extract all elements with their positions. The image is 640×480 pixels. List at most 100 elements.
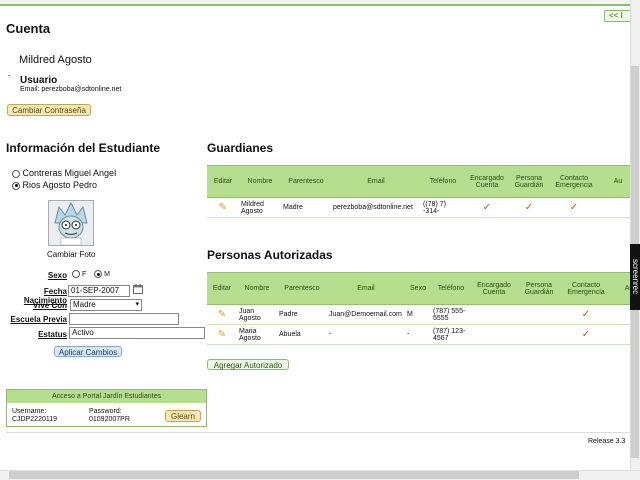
radio-icon[interactable] bbox=[72, 270, 80, 278]
column-header: Encargado Cuenta bbox=[465, 165, 509, 198]
apply-changes-button[interactable]: Aplicar Cambios bbox=[54, 346, 122, 357]
guardians-table-wrap: Editar Nombre Parentesco Email Teléfono … bbox=[207, 165, 630, 218]
add-authorized-button[interactable]: Agregar Autorizado bbox=[207, 359, 289, 370]
check-icon: ✓ bbox=[561, 304, 611, 325]
column-header: Teléfono bbox=[421, 165, 465, 198]
guardian-email: perezboba@sdtonline.net bbox=[331, 197, 421, 218]
password-label: Password: bbox=[89, 408, 122, 415]
guardian-name: Mildred Agosto bbox=[239, 197, 281, 218]
pencil-icon[interactable]: ✎ bbox=[207, 324, 237, 345]
authorized-email: - bbox=[327, 324, 405, 345]
screenrec-badge: screenrec bbox=[630, 244, 640, 310]
sex-f-label: F bbox=[81, 270, 87, 278]
table-header-row: Editar Nombre Parentesco Email Sexo Telé… bbox=[207, 272, 630, 305]
table-row: ✎ Maria Agosto Abuela - - (787) 123-4567… bbox=[207, 324, 630, 345]
authorized-table: Editar Nombre Parentesco Email Sexo Telé… bbox=[207, 272, 630, 345]
guardian-au bbox=[599, 197, 630, 218]
column-header: Au bbox=[599, 165, 630, 198]
student-option-2[interactable]: Rios Agosto Pedro bbox=[12, 180, 97, 190]
account-role: Usuario bbox=[20, 75, 58, 86]
birthdate-input[interactable]: 01-SEP-2007 bbox=[68, 285, 130, 297]
guardian-relation: Madre bbox=[281, 197, 331, 218]
column-header: Contacto Emergencia bbox=[549, 165, 599, 198]
avatar-icon bbox=[49, 201, 93, 246]
check-icon: ✓ bbox=[561, 324, 611, 345]
column-header: Encargado Cuenta bbox=[471, 272, 517, 305]
change-photo-link[interactable]: Cambiar Foto bbox=[47, 250, 95, 259]
authorized-guardian bbox=[517, 324, 561, 345]
chevron-down-icon: ▾ bbox=[135, 301, 139, 308]
username-value: CJDP2220119 bbox=[12, 416, 58, 423]
lives-with-value: Madre bbox=[73, 300, 96, 309]
column-header: Parentesco bbox=[281, 165, 331, 198]
authorized-relation: Abuela bbox=[277, 324, 327, 345]
pencil-icon[interactable]: ✎ bbox=[207, 304, 237, 325]
horizontal-scroll-thumb[interactable] bbox=[9, 471, 579, 479]
authorized-phone: (787) 555-5555 bbox=[431, 304, 471, 325]
portal-title: Acceso a Portal Jardín Estudiantes bbox=[7, 390, 206, 403]
column-header: Editar bbox=[207, 272, 237, 305]
table-row: ✎ Juan Agosto Padre Juan@Demoemail.com M… bbox=[207, 304, 630, 325]
guardians-table: Editar Nombre Parentesco Email Teléfono … bbox=[207, 165, 630, 218]
footer-divider bbox=[6, 432, 630, 433]
radio-icon[interactable] bbox=[12, 181, 20, 190]
column-header: Email bbox=[327, 272, 405, 305]
authorized-account bbox=[471, 324, 517, 345]
student-info-title: Información del Estudiante bbox=[6, 141, 161, 155]
column-header: Persona Guardián bbox=[509, 165, 549, 198]
account-email: Email: perezboba@sdtonline.net bbox=[20, 86, 122, 93]
student-option-1[interactable]: Contreras Miguel Angel bbox=[12, 168, 116, 178]
column-header: Au bbox=[611, 272, 630, 305]
change-password-button[interactable]: Cambiar Contraseña bbox=[7, 104, 91, 116]
glearn-button[interactable]: Glearn bbox=[165, 410, 201, 422]
column-header: Persona Guardián bbox=[517, 272, 561, 305]
portal-access-box: Acceso a Portal Jardín Estudiantes Usern… bbox=[6, 389, 207, 427]
check-icon: ✓ bbox=[509, 197, 549, 218]
student-name: Rios Agosto Pedro bbox=[22, 180, 98, 190]
guardians-title: Guardianes bbox=[207, 141, 274, 155]
column-header: Teléfono bbox=[431, 272, 471, 305]
table-row: ✎ Mildred Agosto Madre perezboba@sdtonli… bbox=[207, 197, 630, 218]
account-name: Mildred Agosto bbox=[19, 54, 92, 66]
authorized-title: Personas Autorizadas bbox=[207, 248, 333, 262]
column-header: Nombre bbox=[237, 272, 277, 305]
lives-with-select[interactable]: Madre ▾ bbox=[70, 299, 142, 311]
column-header: Contacto Emergencia bbox=[561, 272, 611, 305]
guardian-phone: ((78) 7) -314- bbox=[421, 197, 465, 218]
student-avatar[interactable] bbox=[48, 200, 94, 246]
password-value: 01092007PR bbox=[89, 416, 130, 423]
authorized-table-wrap: Editar Nombre Parentesco Email Sexo Telé… bbox=[207, 272, 630, 345]
check-icon: ✓ bbox=[465, 197, 509, 218]
status-label: Estatus bbox=[38, 330, 67, 339]
authorized-email: Juan@Demoemail.com bbox=[327, 304, 405, 325]
student-name: Contreras Miguel Angel bbox=[22, 168, 117, 178]
sex-m-label: M bbox=[104, 270, 110, 278]
lives-with-label: Vive Con bbox=[32, 301, 67, 310]
account-dot: - bbox=[8, 71, 11, 80]
table-header-row: Editar Nombre Parentesco Email Teléfono … bbox=[207, 165, 630, 198]
authorized-guardian bbox=[517, 304, 561, 325]
calendar-icon[interactable] bbox=[133, 284, 143, 294]
authorized-relation: Padre bbox=[277, 304, 327, 325]
pencil-icon[interactable]: ✎ bbox=[207, 197, 239, 218]
status-input[interactable]: Activo bbox=[69, 327, 205, 339]
authorized-au bbox=[611, 324, 630, 345]
radio-icon[interactable] bbox=[94, 270, 103, 278]
release-label: Release 3.3 bbox=[588, 438, 626, 445]
authorized-name: Maria Agosto bbox=[237, 324, 277, 345]
check-icon: ✓ bbox=[549, 197, 599, 218]
authorized-sex: M bbox=[405, 304, 431, 325]
authorized-name: Juan Agosto bbox=[237, 304, 277, 325]
radio-icon[interactable] bbox=[12, 169, 20, 178]
top-bar bbox=[0, 0, 630, 6]
sex-options: F M bbox=[72, 270, 110, 278]
previous-school-input[interactable] bbox=[69, 313, 179, 325]
authorized-sex: - bbox=[405, 324, 431, 345]
column-header: Parentesco bbox=[277, 272, 327, 305]
column-header: Editar bbox=[207, 165, 239, 198]
sex-label: Sexo bbox=[47, 271, 67, 280]
username-label: Username: bbox=[12, 408, 47, 415]
account-title: Cuenta bbox=[6, 21, 51, 36]
column-header: Sexo bbox=[405, 272, 431, 305]
authorized-account bbox=[471, 304, 517, 325]
